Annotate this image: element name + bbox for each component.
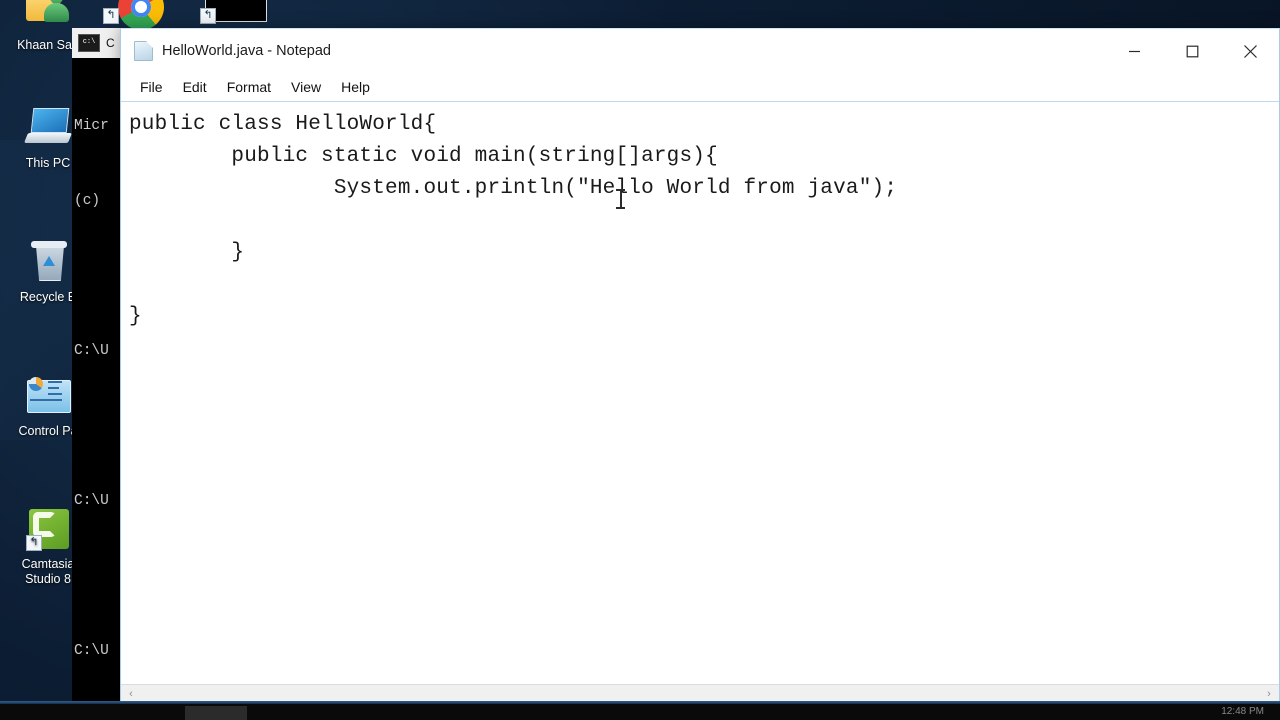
notepad-document-icon: [134, 41, 153, 61]
close-icon[interactable]: [1221, 29, 1279, 73]
taskbar[interactable]: 12:48 PM: [0, 703, 1280, 720]
taskbar-clock[interactable]: 12:48 PM: [1221, 706, 1264, 718]
scroll-right-arrow-icon[interactable]: ›: [1259, 686, 1279, 702]
menu-help[interactable]: Help: [332, 76, 379, 98]
folder-person-icon: [24, 0, 72, 34]
control-panel-icon: [24, 372, 72, 420]
window-controls: [1105, 29, 1279, 73]
notepad-titlebar[interactable]: HelloWorld.java - Notepad: [121, 29, 1279, 73]
notepad-menubar: File Edit Format View Help: [121, 73, 1279, 102]
maximize-icon[interactable]: [1163, 29, 1221, 73]
recycle-bin-icon: [24, 238, 72, 286]
java-source-code[interactable]: public class HelloWorld{ public static v…: [129, 109, 1279, 333]
cmd-shortcut-overlay-icon: ↰: [200, 8, 216, 24]
menu-format[interactable]: Format: [218, 76, 280, 98]
chrome-shortcut-overlay-icon: ↰: [103, 8, 119, 24]
taskbar-button[interactable]: [185, 706, 247, 720]
camtasia-icon: ↰: [24, 505, 72, 553]
cmd-title: C: [106, 36, 115, 50]
mouse-cursor-ibeam-icon: [616, 188, 625, 210]
window-title: HelloWorld.java - Notepad: [162, 43, 331, 59]
menu-edit[interactable]: Edit: [174, 76, 216, 98]
scroll-left-arrow-icon[interactable]: ‹: [121, 686, 141, 702]
notepad-window[interactable]: HelloWorld.java - Notepad File Edit Form…: [120, 28, 1280, 704]
screen: ↰ ↰ Khaan Saa This PC Recycle B Control …: [0, 0, 1280, 720]
computer-icon: [23, 104, 73, 152]
minimize-icon[interactable]: [1105, 29, 1163, 73]
menu-file[interactable]: File: [131, 76, 172, 98]
notepad-text-area[interactable]: public class HelloWorld{ public static v…: [121, 102, 1279, 684]
menu-view[interactable]: View: [282, 76, 330, 98]
cmd-icon: c:\: [78, 34, 100, 52]
